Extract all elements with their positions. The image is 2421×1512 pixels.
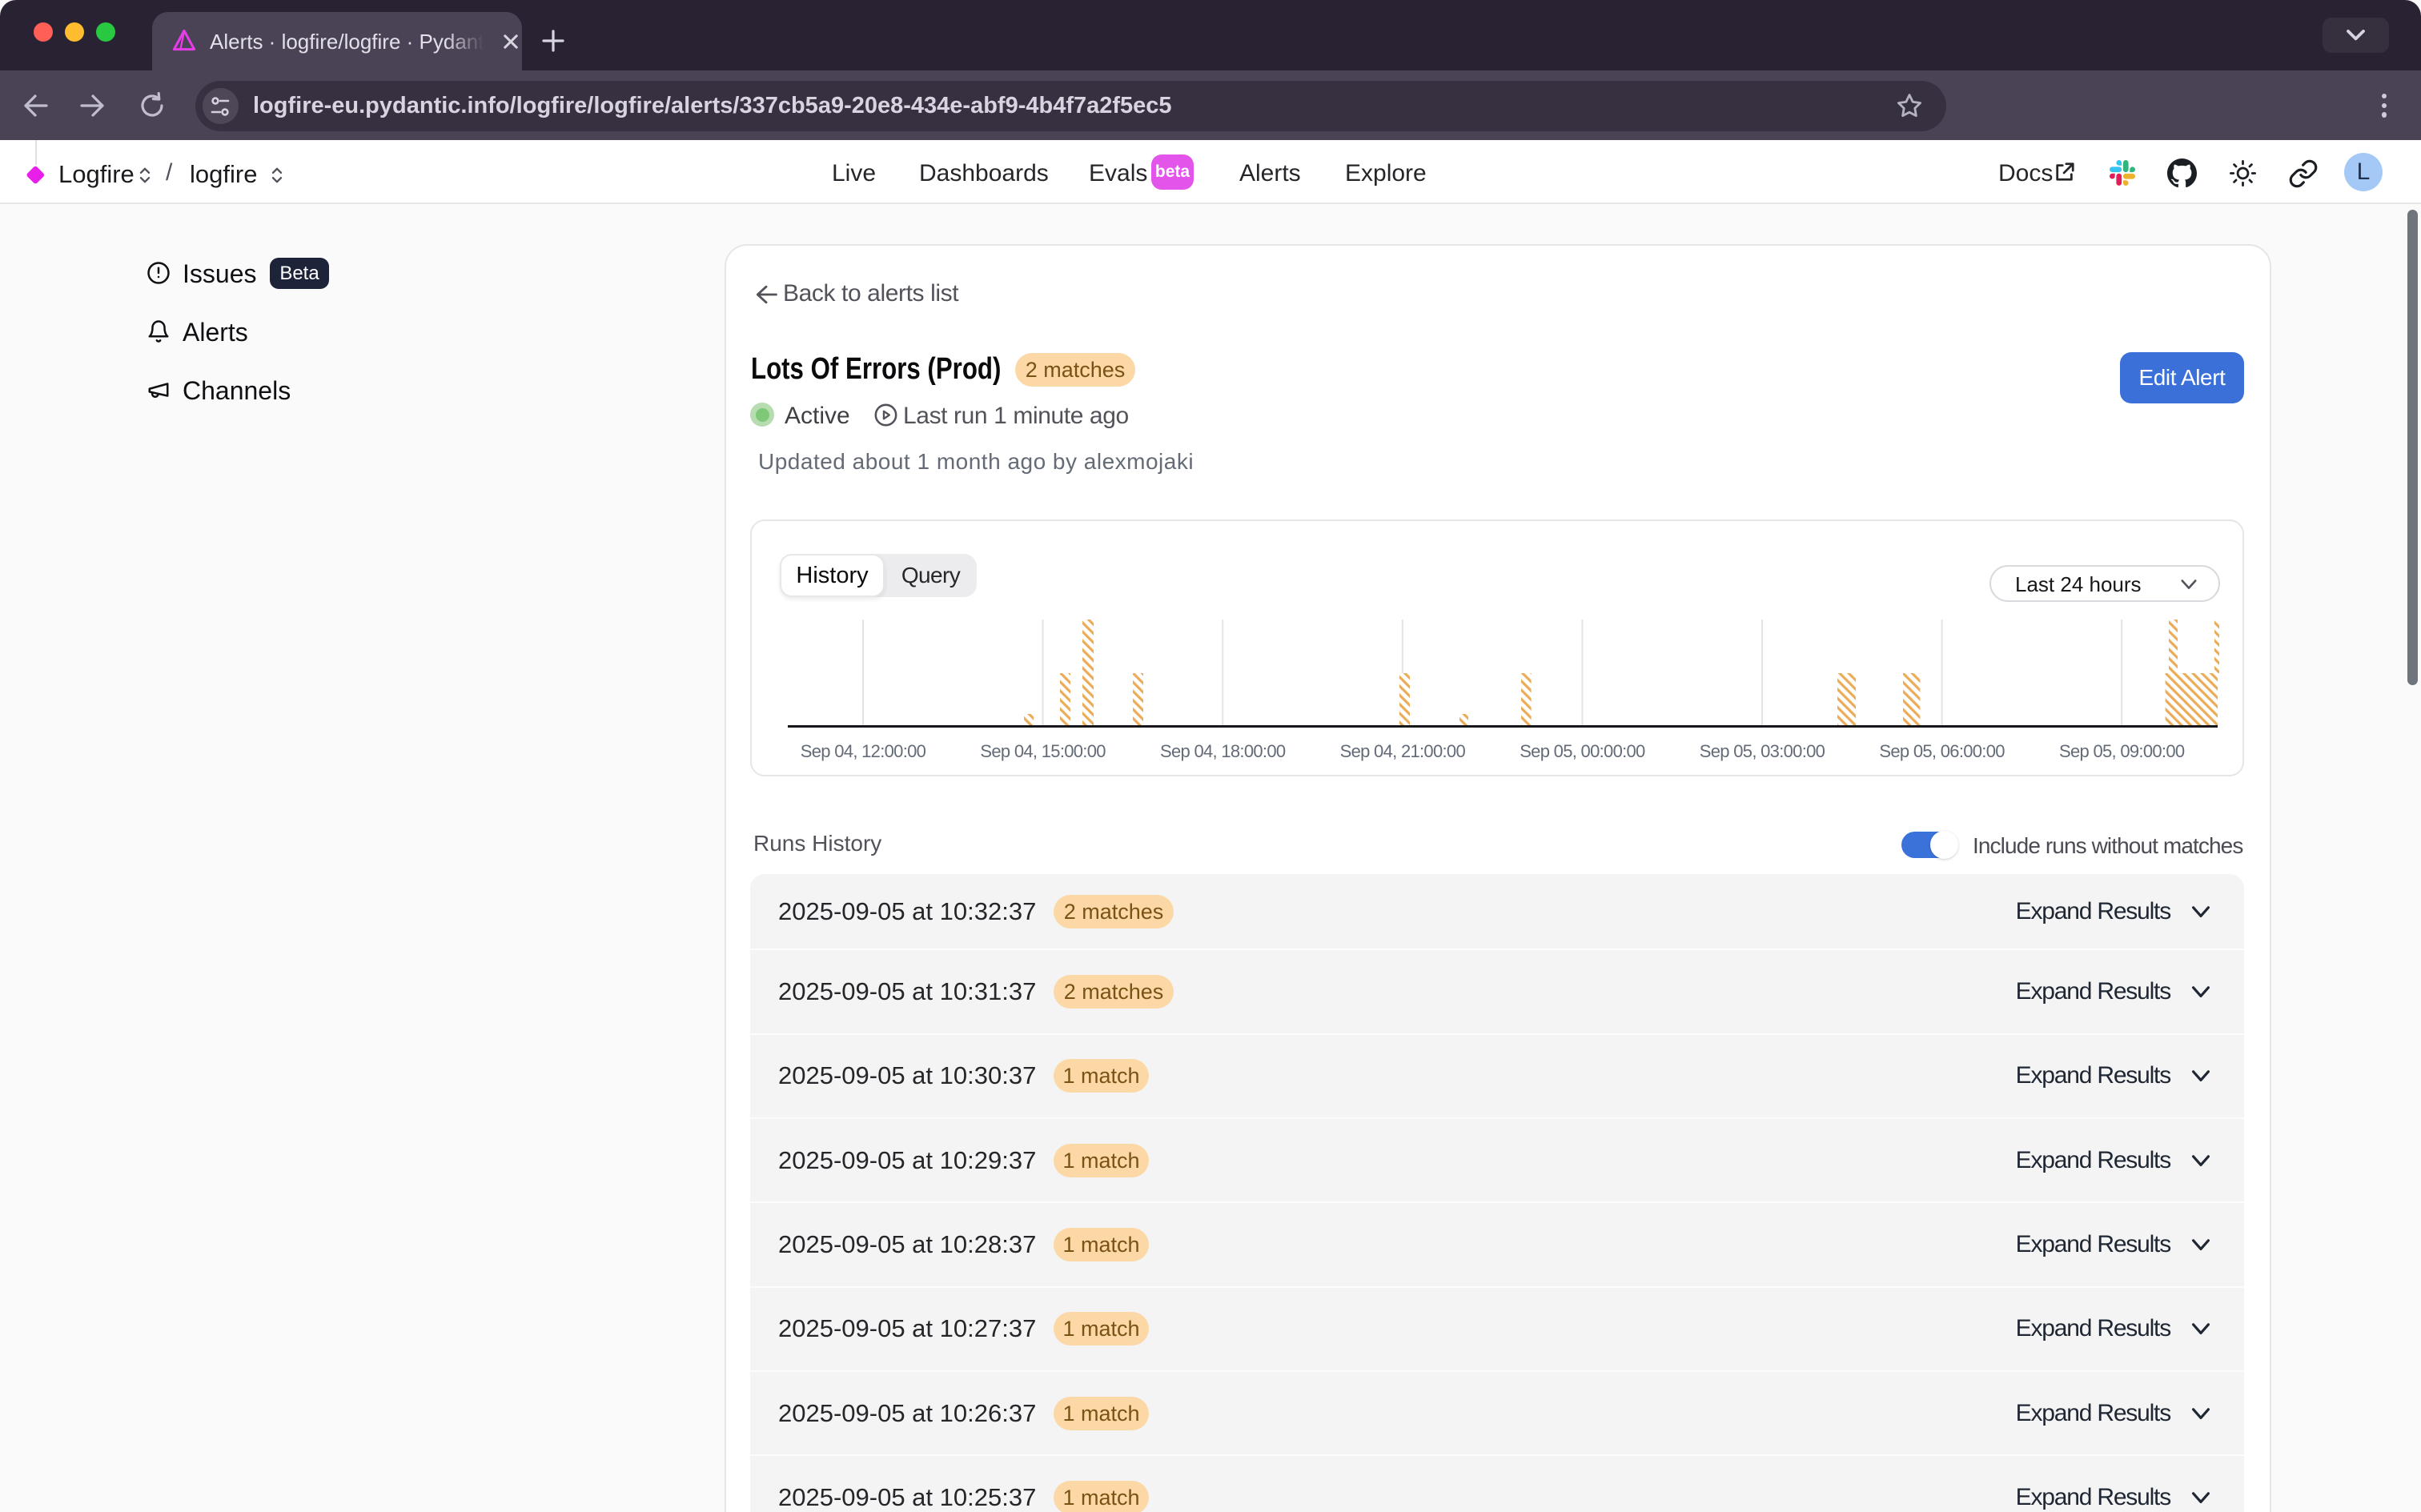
svg-text:Sep 05, 03:00:00: Sep 05, 03:00:00: [1700, 741, 1825, 761]
svg-text:Sep 04, 12:00:00: Sep 04, 12:00:00: [801, 741, 926, 761]
svg-text:Sep 04, 18:00:00: Sep 04, 18:00:00: [1160, 741, 1286, 761]
svg-text:Sep 05, 06:00:00: Sep 05, 06:00:00: [1879, 741, 2005, 761]
svg-text:Sep 05, 09:00:00: Sep 05, 09:00:00: [2059, 741, 2185, 761]
svg-text:Sep 04, 21:00:00: Sep 04, 21:00:00: [1340, 741, 1466, 761]
svg-text:Sep 04, 15:00:00: Sep 04, 15:00:00: [980, 741, 1106, 761]
svg-text:Sep 05, 00:00:00: Sep 05, 00:00:00: [1520, 741, 1645, 761]
